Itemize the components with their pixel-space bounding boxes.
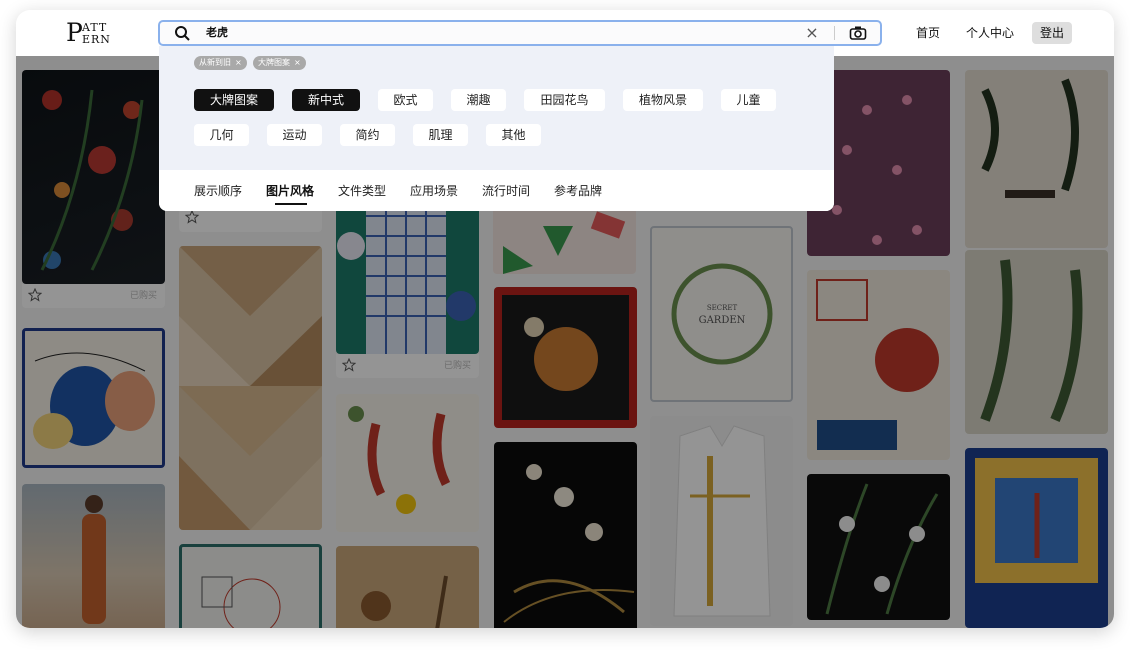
search-input[interactable]: 老虎 [206, 26, 228, 40]
remove-chip-icon[interactable]: × [235, 58, 242, 67]
style-tag[interactable]: 肌理 [413, 124, 468, 146]
active-filter-chip[interactable]: 从新到旧 × [194, 56, 247, 70]
tab-image-style[interactable]: 图片风格 [266, 183, 314, 199]
style-tag[interactable]: 大牌图案 [194, 89, 274, 111]
active-tab-indicator [275, 203, 307, 205]
nav-profile[interactable]: 个人中心 [966, 24, 1014, 42]
logout-button[interactable]: 登出 [1032, 22, 1072, 44]
style-tag[interactable]: 田园花鸟 [524, 89, 605, 111]
style-tag[interactable]: 几何 [194, 124, 249, 146]
style-tag[interactable]: 简约 [340, 124, 395, 146]
active-filter-chip[interactable]: 大牌图案 × [253, 56, 306, 70]
style-tag[interactable]: 欧式 [378, 89, 433, 111]
style-tag[interactable]: 运动 [267, 124, 322, 146]
nav-home[interactable]: 首页 [916, 24, 940, 42]
search-divider [834, 26, 835, 40]
filter-dropdown: 从新到旧 × 大牌图案 × 大牌图案 新中式 欧式 潮趣 田园花鸟 植物风景 儿童 … [159, 46, 834, 211]
style-tag[interactable]: 潮趣 [451, 89, 506, 111]
camera-icon[interactable] [849, 25, 867, 41]
search-bar[interactable]: 老虎 × [158, 20, 882, 46]
tab-trend-time[interactable]: 流行时间 [482, 183, 530, 199]
logo[interactable]: P ATT ERN [66, 19, 116, 47]
app-window: 已购买 已购买 SECRET GARDEN P ATT ERN 老虎 × 首页 … [16, 10, 1114, 628]
tab-file-type[interactable]: 文件类型 [338, 183, 386, 199]
tab-application[interactable]: 应用场景 [410, 183, 458, 199]
tab-display-order[interactable]: 展示顺序 [194, 183, 242, 199]
clear-icon[interactable]: × [804, 24, 820, 42]
search-icon[interactable] [174, 25, 190, 41]
tab-reference-brand[interactable]: 参考品牌 [554, 183, 602, 199]
style-tag[interactable]: 儿童 [721, 89, 776, 111]
style-tag[interactable]: 其他 [486, 124, 541, 146]
remove-chip-icon[interactable]: × [294, 58, 301, 67]
style-tag[interactable]: 植物风景 [623, 89, 703, 111]
style-tag[interactable]: 新中式 [292, 89, 360, 111]
